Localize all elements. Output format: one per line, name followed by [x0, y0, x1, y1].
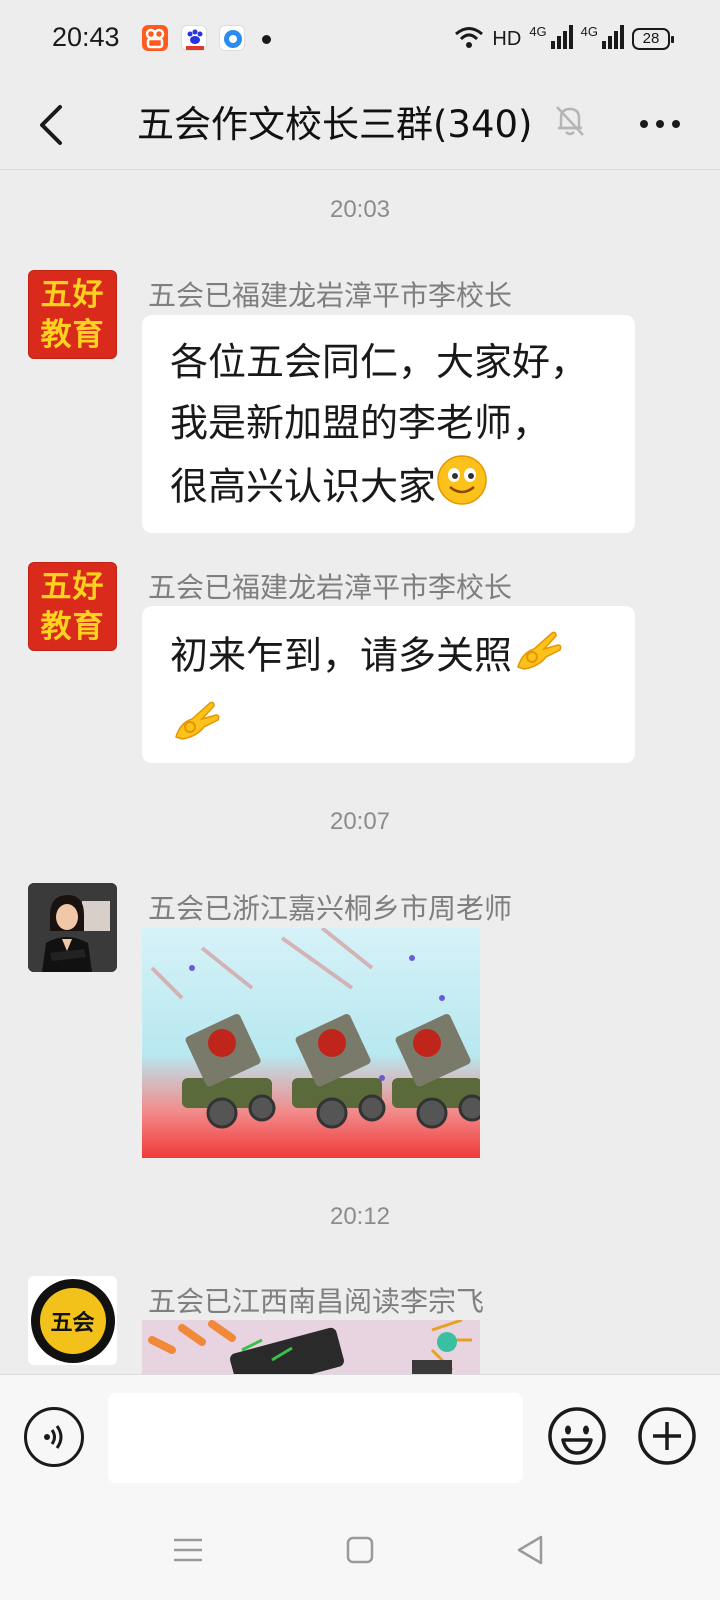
message-line: 初来乍到，请多关照 [170, 623, 611, 693]
back-button[interactable] [24, 98, 78, 152]
emoji-button[interactable] [546, 1405, 608, 1467]
wifi-icon [454, 25, 484, 53]
network-type-1: 4G [529, 23, 547, 39]
message-line: 很高兴认识大家 [170, 454, 611, 524]
hd-label: HD [492, 27, 522, 50]
status-indicators: HD 4G 4G 28 [454, 23, 674, 54]
avatar-text: 教育 [40, 316, 105, 353]
message-line [170, 693, 611, 763]
message-line: 我是新加盟的李老师， [170, 401, 551, 445]
avatar-text: 五会 [39, 1287, 106, 1354]
menu-nav-button[interactable] [168, 1530, 208, 1570]
battery-indicator: 28 [632, 28, 674, 50]
back-triangle-icon [517, 1535, 543, 1565]
avatar[interactable]: 五会 [28, 1276, 117, 1365]
avatar-text: 教育 [40, 608, 105, 645]
avatar-logo: 五会 [30, 1278, 115, 1363]
browser-app-icon [219, 25, 245, 51]
sender-name: 五会已福建龙岩漳平市李校长 [148, 279, 513, 312]
avatar[interactable]: 五好 教育 [28, 562, 117, 651]
home-nav-button[interactable] [340, 1530, 380, 1570]
fireworks-sticker-image[interactable] [142, 1320, 480, 1374]
timestamp: 20:03 [329, 196, 391, 223]
avatar[interactable] [28, 883, 117, 972]
back-arrow-icon [40, 105, 62, 145]
mute-bell-icon [550, 100, 590, 140]
signal-icon-2 [602, 25, 624, 53]
kuaishou-app-icon [142, 25, 168, 51]
timestamp: 20:12 [329, 1203, 391, 1230]
input-bar [0, 1374, 720, 1500]
avatar-text: 五好 [40, 568, 105, 605]
sender-name: 五会已浙江嘉兴桐乡市周老师 [148, 892, 513, 925]
emoji-icon [548, 1407, 606, 1465]
plus-icon [638, 1407, 696, 1465]
sender-name: 五会已福建龙岩漳平市李校长 [148, 571, 513, 604]
chat-header: 五会作文校长三群(340) [0, 80, 720, 170]
avatar[interactable]: 五好 教育 [28, 270, 117, 359]
timestamp: 20:07 [329, 808, 391, 835]
message-bubble[interactable]: 各位五会同仁，大家好， 我是新加盟的李老师， 很高兴认识大家 [142, 315, 635, 533]
voice-icon [44, 1425, 63, 1449]
chat-title: 五会作文校长三群(340) [137, 103, 533, 146]
back-nav-button[interactable] [510, 1530, 550, 1570]
more-icon [640, 120, 648, 128]
message-line: 各位五会同仁，大家好， [170, 340, 589, 384]
cannon-sticker-image[interactable] [142, 928, 480, 1158]
menu-icon [174, 1538, 202, 1562]
ok-hand-emoji [512, 623, 564, 693]
message-input[interactable] [108, 1393, 523, 1483]
system-nav-bar [0, 1500, 720, 1600]
status-bar: 20:43 HD 4G 4G 28 [0, 0, 720, 80]
more-functions-button[interactable] [636, 1405, 698, 1467]
avatar-text: 五好 [40, 276, 105, 313]
status-time: 20:43 [52, 22, 120, 52]
baidu-app-icon [181, 25, 207, 51]
home-square-icon [346, 1536, 374, 1564]
network-type-2: 4G [580, 23, 598, 39]
more-button[interactable] [630, 98, 690, 150]
signal-icon [550, 25, 573, 53]
voice-button[interactable] [24, 1407, 84, 1467]
smile-emoji [436, 454, 488, 524]
notification-dot [262, 35, 271, 44]
message-bubble[interactable]: 初来乍到，请多关照 [142, 606, 635, 763]
sender-name: 五会已江西南昌阅读李宗飞 [148, 1285, 485, 1318]
ok-hand-emoji [170, 693, 222, 763]
